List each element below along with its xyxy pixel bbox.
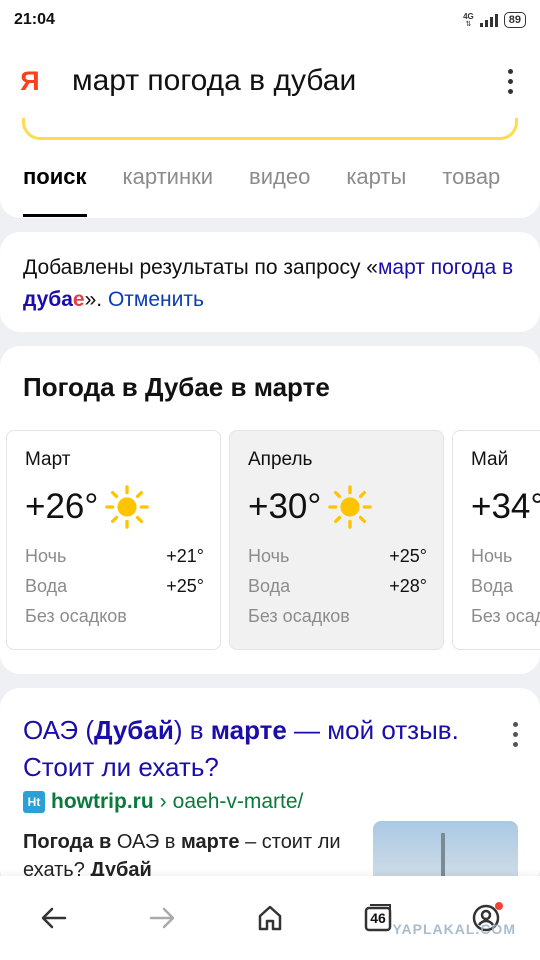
night-label: Ночь: [471, 546, 513, 566]
sun-icon: [328, 485, 373, 529]
search-query[interactable]: март погода в дубаи: [60, 64, 480, 98]
weather-title[interactable]: Погода в Дубае в марте: [23, 372, 330, 403]
precipitation: Без осадков: [471, 606, 540, 626]
status-indicators: 4G ⇅ 89: [463, 12, 526, 28]
tab-search[interactable]: поиск: [23, 164, 87, 217]
network-type: 4G: [463, 11, 474, 21]
month-carousel[interactable]: Март +26° Ночь +21° Вода +25° Без осадко…: [6, 430, 540, 650]
data-arrows-icon: ⇅: [465, 20, 472, 28]
water-temp: +25°: [166, 576, 204, 596]
search-header: Я март погода в дубаи: [0, 40, 540, 122]
corrected-query-text: март погода в: [377, 256, 514, 279]
result-path[interactable]: oaeh-v-marte/: [173, 790, 304, 814]
month-name: Май: [471, 449, 509, 470]
status-bar: 21:04 4G ⇅ 89: [0, 0, 540, 40]
night-temp: +25°: [389, 546, 427, 566]
temp-row: +26°: [25, 485, 204, 529]
result-title-text: ) в: [173, 715, 211, 745]
tab-images[interactable]: картинки: [123, 164, 214, 217]
precipitation: Без осадков: [248, 606, 350, 626]
tab-maps[interactable]: карты: [346, 164, 406, 217]
water-label: Вода: [25, 576, 68, 596]
temp-row: +30°: [248, 485, 427, 529]
query-correction-notice: Добавлены результаты по запросу «март по…: [0, 232, 540, 332]
night-temp: +21°: [166, 546, 204, 566]
water-label: Вода: [471, 576, 514, 596]
notice-prefix: Добавлены результаты по запросу «: [23, 256, 378, 279]
water-row: Вода +25°: [25, 573, 204, 599]
corrected-query-bold: дуба: [23, 288, 73, 311]
home-button[interactable]: [245, 893, 295, 943]
precipitation: Без осадков: [25, 606, 127, 626]
home-icon: [258, 905, 282, 931]
temp-row: +34°: [471, 485, 540, 529]
network-indicator: 4G ⇅: [463, 11, 474, 28]
month-card-march[interactable]: Март +26° Ночь +21° Вода +25° Без осадко…: [6, 430, 221, 650]
weather-widget: Погода в Дубае в марте Март +26° Ночь +2…: [0, 346, 540, 674]
back-button[interactable]: [29, 893, 79, 943]
yandex-logo[interactable]: Я: [0, 66, 60, 97]
notice-suffix: ».: [84, 288, 108, 311]
sun-icon: [105, 485, 150, 529]
result-menu-icon[interactable]: [513, 722, 518, 747]
result-source[interactable]: Ht howtrip.ru › oaeh-v-marte/: [23, 790, 303, 814]
search-result: ОАЭ (Дубай) в марте — мой отзыв. Стоит л…: [0, 688, 540, 888]
result-title-text: ОАЭ (: [23, 715, 94, 745]
menu-icon[interactable]: [480, 68, 540, 94]
night-row: Ночь +25°: [248, 543, 427, 569]
signal-icon: [479, 13, 498, 27]
result-domain[interactable]: howtrip.ru: [51, 790, 154, 814]
night-row: Ночь +21°: [25, 543, 204, 569]
month-name: Март: [25, 449, 71, 470]
night-label: Ночь: [25, 546, 67, 566]
water-row: Вода: [471, 573, 540, 599]
month-card-may[interactable]: Май +34° Ночь Вода Без осадков: [452, 430, 540, 650]
bottom-navigation: 46: [0, 876, 540, 960]
tab-products[interactable]: товар: [442, 164, 500, 217]
snippet-text: ОАЭ в: [116, 831, 181, 853]
month-temp: +26°: [25, 487, 99, 526]
snippet-bold: марте: [180, 831, 240, 853]
month-temp: +34°: [471, 487, 540, 526]
result-separator: ›: [159, 790, 167, 813]
watermark: YAPLAKAL.COM: [392, 921, 516, 937]
tabs-card: поиск картинки видео карты товар: [0, 118, 540, 218]
search-box-edge[interactable]: [22, 118, 518, 140]
month-temp: +30°: [248, 487, 322, 526]
arrow-right-icon: [149, 907, 175, 929]
month-name: Апрель: [248, 449, 313, 470]
forward-button[interactable]: [137, 893, 187, 943]
arrow-left-icon: [41, 907, 67, 929]
status-time: 21:04: [14, 11, 55, 28]
notification-dot: [495, 902, 503, 910]
tab-count: 46: [370, 910, 386, 926]
result-title-bold: марте: [210, 715, 287, 745]
night-label: Ночь: [248, 546, 290, 566]
search-tabs: поиск картинки видео карты товар: [23, 164, 500, 217]
result-title-link[interactable]: ОАЭ (Дубай) в марте — мой отзыв. Стоит л…: [23, 712, 463, 786]
cancel-correction-link[interactable]: Отменить: [108, 288, 204, 311]
site-favicon-icon: Ht: [23, 791, 45, 813]
snippet-bold: Погода в: [23, 831, 117, 853]
battery-level: 89: [503, 12, 526, 28]
month-card-april[interactable]: Апрель +30° Ночь +25° Вода +28° Без осад…: [229, 430, 444, 650]
water-row: Вода +28°: [248, 573, 427, 599]
tab-video[interactable]: видео: [249, 164, 310, 217]
water-temp: +28°: [389, 576, 427, 596]
water-label: Вода: [248, 576, 291, 596]
corrected-letter: е: [72, 288, 85, 311]
night-row: Ночь: [471, 543, 540, 569]
result-title-bold: Дубай: [94, 715, 174, 745]
